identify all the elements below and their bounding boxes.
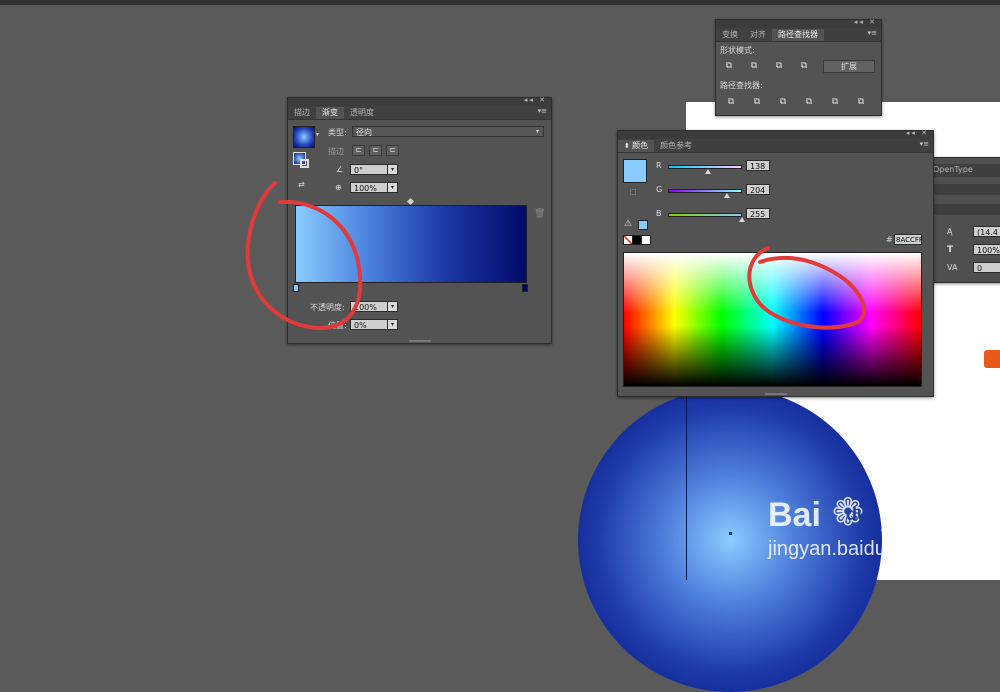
watermark-url: jingyan.baidu.com (768, 538, 930, 560)
watermark-product: 经验 (880, 504, 940, 539)
baidu-watermark: Bai ❁ du 经验 jingyan.baidu.com (768, 490, 998, 576)
watermark-brand-suffix: du (846, 504, 868, 524)
annotation-circle-spectrum (747, 246, 866, 330)
annotation-circle-gradient (245, 181, 363, 331)
watermark-brand: Bai (768, 496, 821, 534)
